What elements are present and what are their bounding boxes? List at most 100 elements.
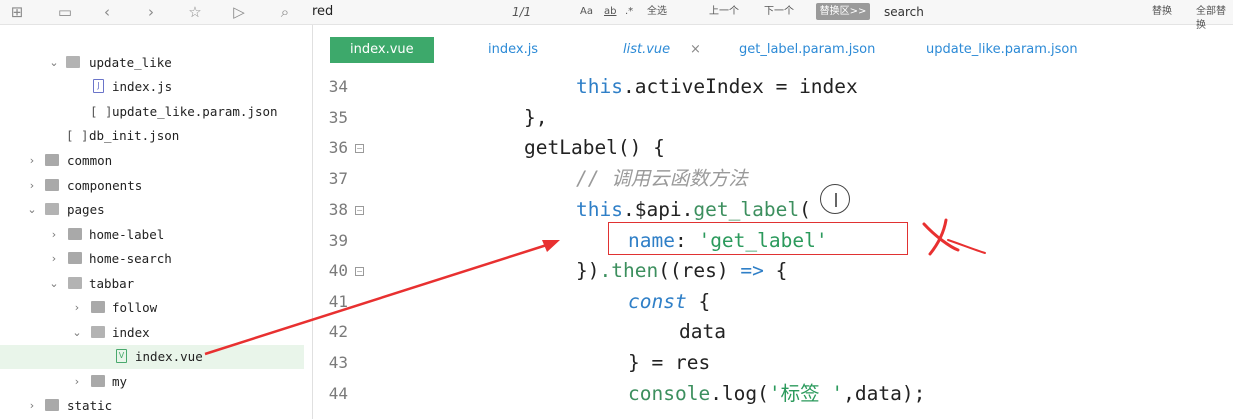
code-line: 42 data [313, 317, 1233, 347]
code-token: ,data); [843, 382, 926, 405]
whole-word-toggle[interactable]: ab [604, 5, 616, 19]
line-number: 44 [328, 384, 348, 403]
tree-label: common [67, 153, 113, 168]
folder-icon [68, 228, 82, 240]
code-token: }) [576, 259, 600, 282]
tree-label: update_like.param.json [112, 104, 278, 119]
folder-open-icon [68, 277, 82, 289]
line-number: 34 [328, 77, 348, 96]
js-file-icon: J [93, 79, 104, 93]
editor-tabs: index.vue index.js list.vue × get_label.… [313, 37, 1233, 65]
code-token: this [576, 75, 623, 98]
tab-list-vue[interactable]: list.vue [623, 37, 670, 63]
folder-icon [91, 301, 105, 313]
chevron-right-icon: › [51, 228, 57, 241]
line-number: 43 [328, 353, 348, 372]
code-token: this [576, 198, 623, 221]
code-token: } = res [628, 351, 711, 374]
find-icon[interactable]: ⌕ [276, 3, 294, 21]
chevron-right-icon: › [29, 179, 35, 192]
chevron-down-icon: ⌄ [49, 56, 59, 69]
chevron-right-icon: › [29, 154, 35, 167]
text-cursor-icon [820, 184, 850, 214]
tree-label: index.js [112, 79, 173, 94]
code-line: 37 // 调用云函数方法 [313, 164, 1233, 194]
tree-folder-static[interactable]: › static [0, 394, 304, 418]
chevron-right-icon: › [51, 252, 57, 265]
tree-folder-follow[interactable]: › follow [0, 296, 304, 320]
save-icon[interactable]: ▭ [56, 3, 74, 21]
tree-file-index-vue[interactable]: V index.vue [0, 345, 304, 369]
tree-folder-home-label[interactable]: › home-label [0, 223, 304, 247]
new-file-icon[interactable]: ⊞ [8, 3, 26, 21]
tree-file-update-like-param[interactable]: [ ] update_like.param.json [0, 100, 304, 124]
tree-label: my [112, 374, 128, 389]
match-count: 1/1 [512, 5, 532, 19]
folder-icon [45, 399, 59, 411]
code-token: { [763, 259, 788, 282]
tree-folder-common[interactable]: › common [0, 149, 304, 173]
tree-file-db-init[interactable]: [ ] db_init.json [0, 124, 304, 148]
run-icon[interactable]: ▷ [230, 3, 248, 21]
project-explorer: ⌄ update_like J index.js [ ] update_like… [0, 25, 313, 419]
chevron-right-icon: › [74, 375, 80, 388]
code-token: .activeIndex = index [622, 75, 858, 98]
fold-toggle-icon[interactable]: − [355, 267, 364, 276]
code-token: .log( [710, 382, 769, 405]
code-token: ( [799, 198, 811, 221]
tree-label: pages [67, 202, 105, 217]
replace-button[interactable]: 替换 [1152, 5, 1172, 19]
back-icon[interactable]: ‹ [98, 3, 116, 21]
tab-index-js[interactable]: index.js [488, 37, 538, 63]
prev-match-button[interactable]: 上一个 [709, 5, 739, 19]
tree-folder-index[interactable]: ⌄ index [0, 321, 304, 345]
tree-label: components [67, 178, 143, 193]
line-number: 38 [328, 200, 348, 219]
code-token: .then [599, 259, 659, 282]
regex-toggle[interactable]: .* [625, 5, 633, 19]
replace-input[interactable]: search [884, 4, 924, 20]
code-token: => [740, 259, 764, 282]
tree-folder-components[interactable]: › components [0, 174, 304, 198]
tree-label: tabbar [89, 276, 135, 291]
tree-folder-tabbar[interactable]: ⌄ tabbar [0, 272, 304, 296]
tree-folder-home-search[interactable]: › home-search [0, 247, 304, 271]
line-number: 41 [328, 292, 348, 311]
code-line: 38 − this.$api.get_label( [313, 195, 1233, 225]
code-token: get_label [693, 198, 800, 221]
forward-icon[interactable]: › [142, 3, 160, 21]
folder-open-icon [66, 56, 80, 68]
code-line: 34 this.activeIndex = index [313, 72, 1233, 102]
annotation-box [608, 222, 908, 255]
replace-all-button[interactable]: 全部替换 [1196, 5, 1233, 33]
folder-icon [91, 375, 105, 387]
code-line: 40 − }).then((res) => { [313, 256, 1233, 286]
find-replace-toolbar: ⊞ ▭ ‹ › ☆ ▷ ⌕ red 1/1 Aa ab .* 全选 上一个 下一… [0, 0, 1233, 31]
tab-get-label-param[interactable]: get_label.param.json [739, 37, 875, 63]
chevron-down-icon: ⌄ [49, 277, 59, 290]
chevron-right-icon: › [29, 399, 35, 412]
tree-file-index-js[interactable]: J index.js [0, 75, 304, 99]
star-icon[interactable]: ☆ [186, 3, 204, 21]
chevron-down-icon: ⌄ [27, 203, 37, 216]
json-file-icon: [ ] [90, 104, 113, 119]
code-comment: // 调用云函数方法 [576, 167, 748, 190]
tree-label: home-label [89, 227, 165, 242]
vue-file-icon: V [116, 349, 127, 363]
swap-area-button[interactable]: 替换区>> [816, 3, 870, 20]
tree-folder-pages[interactable]: ⌄ pages [0, 198, 304, 222]
fold-toggle-icon[interactable]: − [355, 144, 364, 153]
tab-close-icon[interactable]: × [690, 37, 701, 63]
code-token: data [679, 320, 726, 343]
match-case-toggle[interactable]: Aa [580, 5, 593, 19]
folder-open-icon [91, 326, 105, 338]
folder-icon [45, 154, 59, 166]
tab-update-like-param[interactable]: update_like.param.json [926, 37, 1078, 63]
select-all-button[interactable]: 全选 [647, 5, 667, 19]
tree-folder-my[interactable]: › my [0, 370, 304, 394]
search-input[interactable]: red [312, 3, 492, 20]
fold-toggle-icon[interactable]: − [355, 206, 364, 215]
tree-folder-update-like[interactable]: ⌄ update_like [0, 51, 304, 75]
next-match-button[interactable]: 下一个 [764, 5, 794, 19]
tab-index-vue[interactable]: index.vue [330, 37, 434, 63]
